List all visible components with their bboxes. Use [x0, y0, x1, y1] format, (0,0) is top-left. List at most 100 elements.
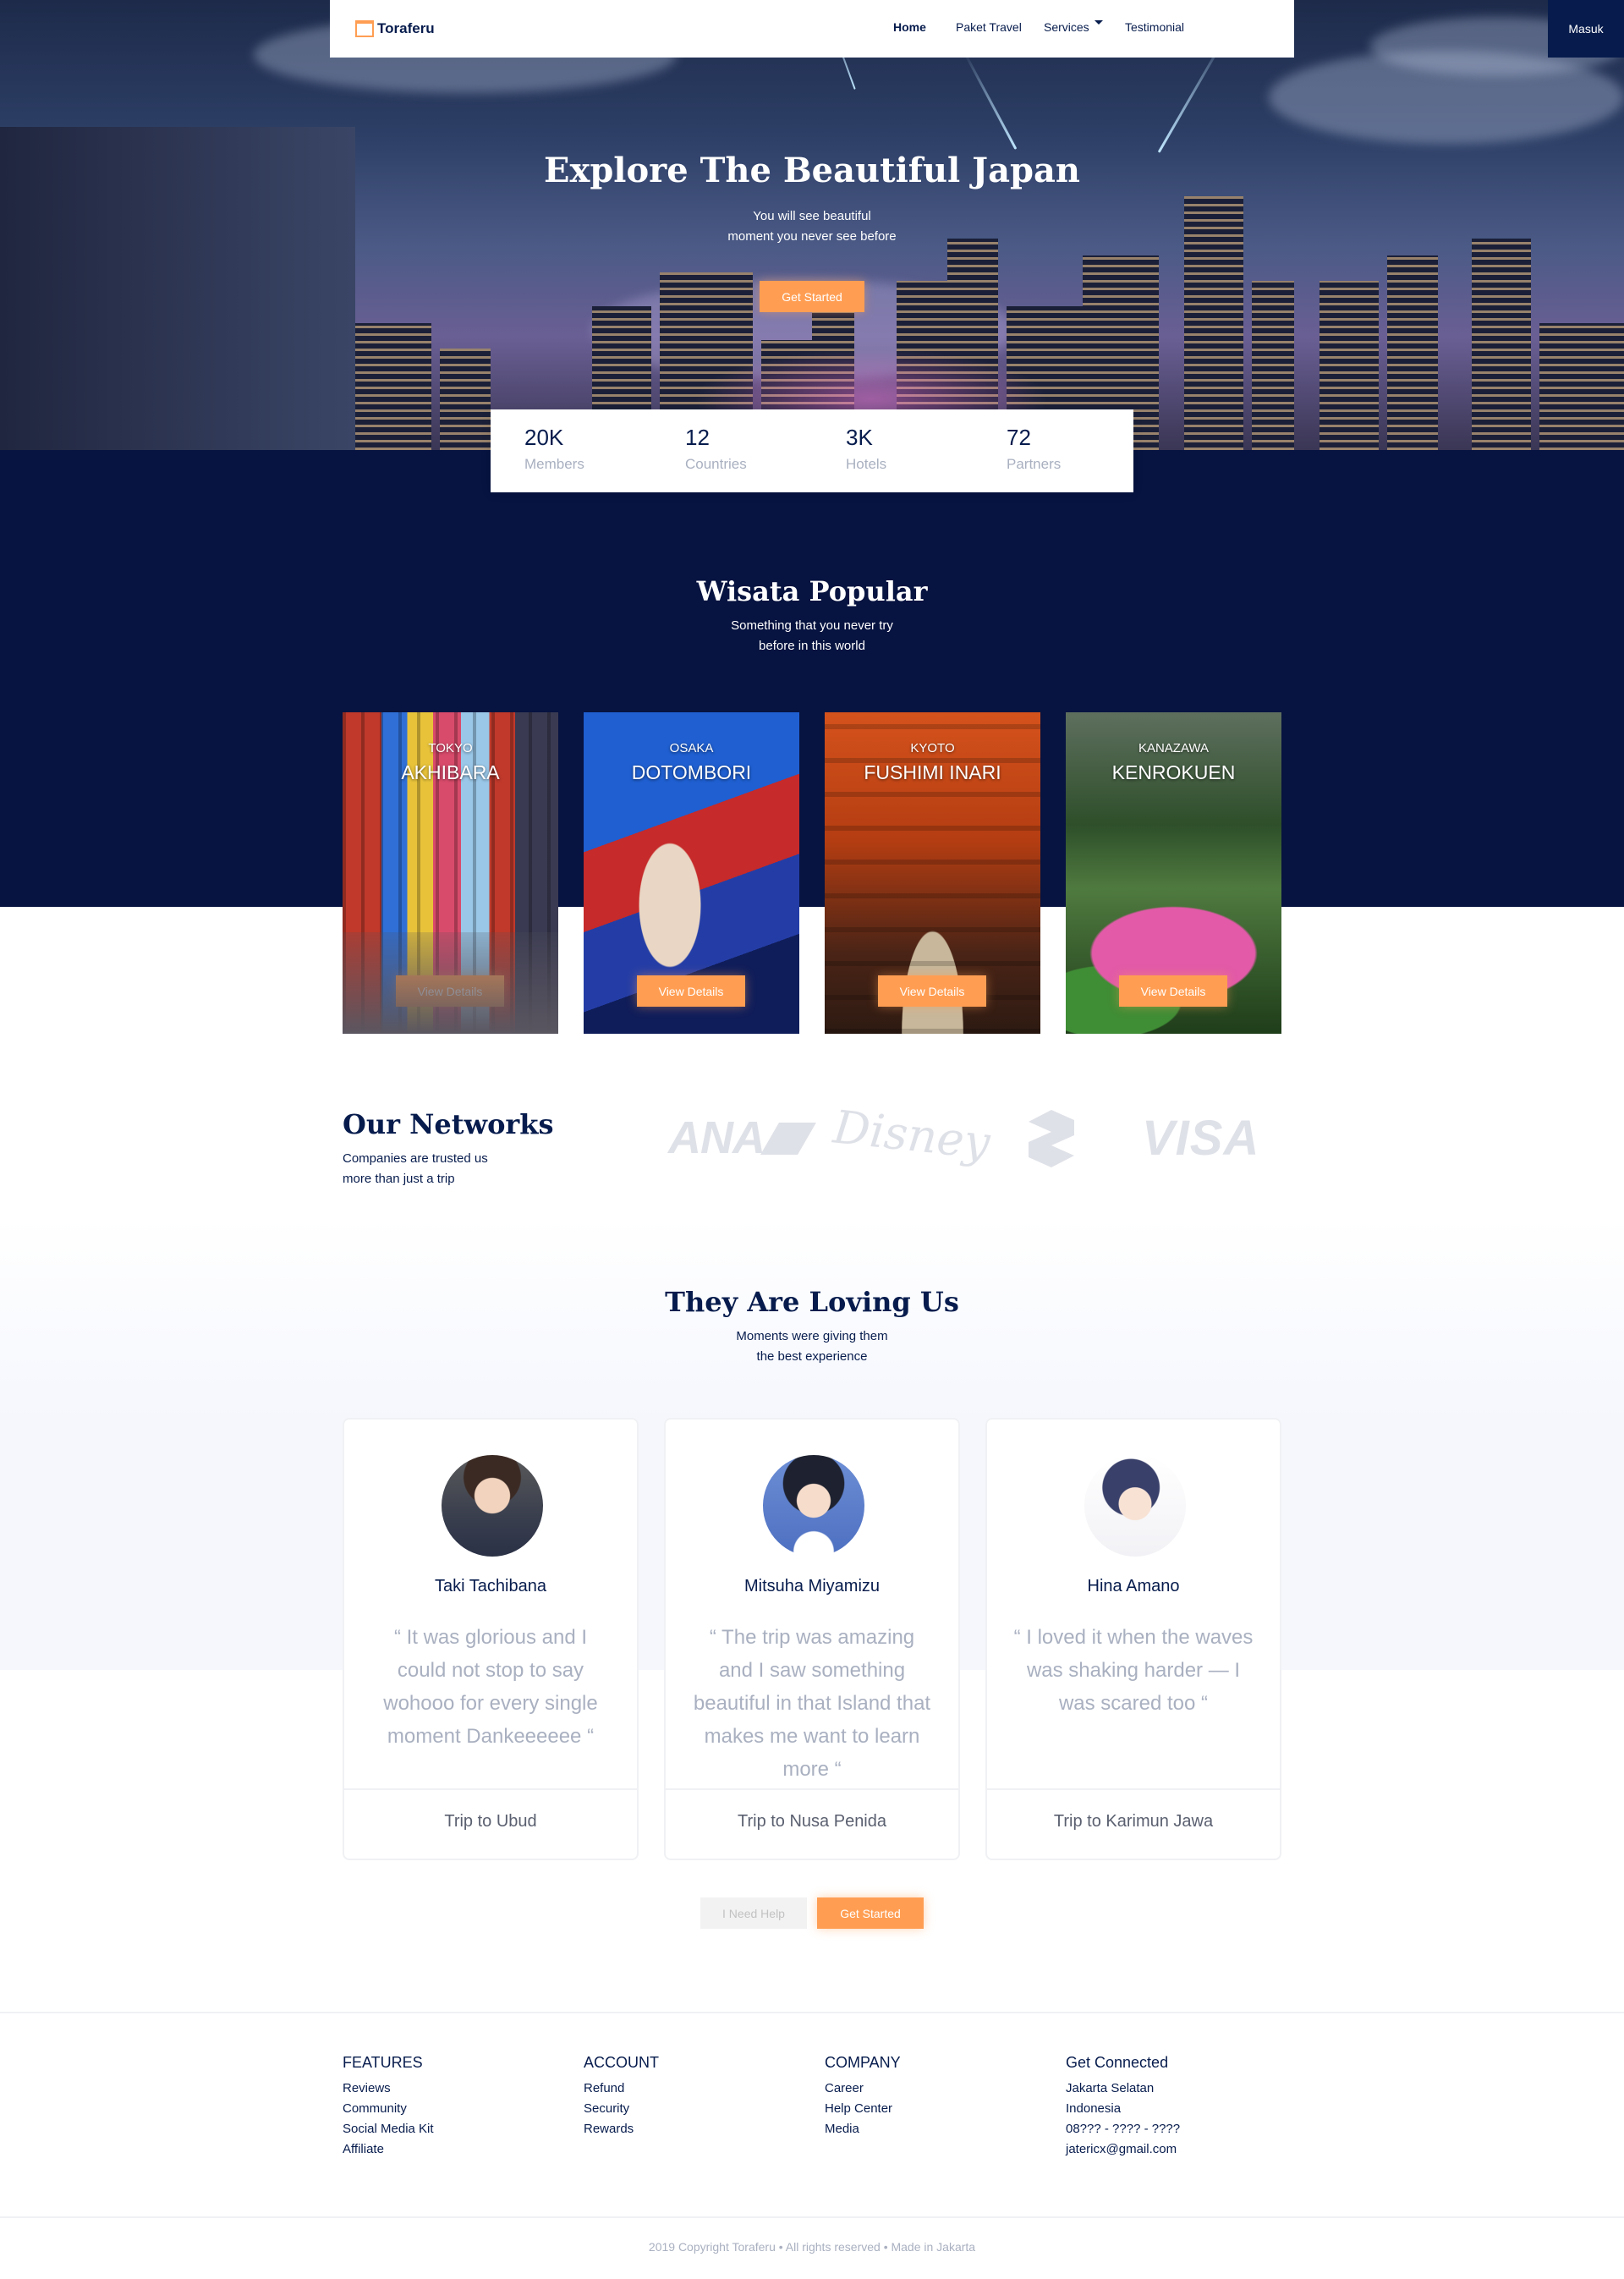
footer-link[interactable]: Reviews — [343, 2079, 434, 2099]
testimonial-subtitle-line: Moments were giving them — [736, 1329, 888, 1343]
brand-logo[interactable]: Toraferu — [355, 17, 435, 41]
card-city: OSAKA — [669, 741, 714, 755]
footer-divider — [0, 2216, 1624, 2218]
get-started-button[interactable]: Get Started — [817, 1897, 924, 1929]
ana-logo-text: ANA — [668, 1112, 765, 1163]
stat-hotels: 3K Hotels — [846, 425, 886, 473]
stat-label: Countries — [685, 456, 747, 472]
stats-bar: 20K Members 12 Countries 3K Hotels 72 Pa… — [491, 409, 1133, 492]
brand-icon — [355, 20, 374, 37]
stat-partners: 72 Partners — [1007, 425, 1061, 473]
popular-subtitle: Something that you never try before in t… — [0, 616, 1624, 656]
popular-title: Wisata Popular — [696, 575, 928, 607]
footer-heading: ACCOUNT — [584, 2054, 659, 2071]
networks-subtitle-line: more than just a trip — [343, 1172, 455, 1186]
footer-divider — [0, 2012, 1624, 2013]
footer-heading: Get Connected — [1066, 2054, 1169, 2071]
stat-label: Hotels — [846, 456, 887, 472]
brand-name: Toraferu — [377, 20, 435, 36]
footer-link[interactable]: Community — [343, 2099, 434, 2119]
nav-services[interactable]: Services — [1044, 20, 1103, 34]
footer-link[interactable]: Security — [584, 2099, 659, 2119]
testimonial-card: Taki Tachibana “ It was glorious and I c… — [343, 1418, 639, 1860]
footer-link[interactable]: Affiliate — [343, 2139, 434, 2160]
footer-heading: COMPANY — [825, 2054, 901, 2071]
view-details-button[interactable]: View Details — [1119, 975, 1227, 1007]
view-details-button[interactable]: View Details — [396, 975, 504, 1007]
footer-link[interactable]: Help Center — [825, 2099, 901, 2119]
card-city: KYOTO — [910, 741, 955, 755]
footer-contact-text: Jakarta Selatan — [1066, 2081, 1155, 2095]
popular-section — [0, 450, 1624, 907]
footer-heading: FEATURES — [343, 2054, 423, 2071]
stat-value: 20K — [524, 425, 564, 450]
nav-services-label: Services — [1044, 20, 1089, 34]
footer-contact-email[interactable]: jatericx@gmail.com — [1066, 2139, 1180, 2160]
nav-paket-travel[interactable]: Paket Travel — [956, 20, 1022, 34]
footer-link[interactable]: Career — [825, 2079, 901, 2099]
networks-subtitle-line: Companies are trusted us — [343, 1151, 488, 1166]
shield-logo — [1029, 1110, 1074, 1167]
stat-value: 12 — [685, 425, 710, 450]
networks-title: Our Networks — [343, 1108, 554, 1140]
testimonial-trip: Trip to Karimun Jawa — [1053, 1812, 1214, 1831]
hero-title: Explore The Beautiful Japan — [543, 151, 1080, 190]
networks-subtitle: Companies are trusted us more than just … — [343, 1149, 488, 1189]
disney-logo: Disney — [831, 1100, 993, 1170]
footer-column-company: COMPANY Career Help Center Media — [825, 2054, 901, 2139]
popular-subtitle-line: before in this world — [759, 639, 865, 653]
hero-subtitle-line: You will see beautiful — [753, 209, 871, 223]
travel-card-osaka[interactable]: OSAKA DOTOMBORI View Details — [584, 712, 799, 1034]
avatar — [1084, 1455, 1186, 1557]
hero-get-started-button[interactable]: Get Started — [760, 281, 864, 312]
stat-value: 3K — [846, 425, 873, 450]
testimonial-quote: “ I loved it when the waves was shaking … — [1013, 1626, 1254, 1715]
testimonial-name: Taki Tachibana — [435, 1577, 546, 1595]
travel-card-kanazawa[interactable]: KANAZAWA KENROKUEN View Details — [1066, 712, 1281, 1034]
card-city: KANAZAWA — [1138, 741, 1210, 755]
footer-link[interactable]: Refund — [584, 2079, 659, 2099]
stat-label: Partners — [1007, 456, 1062, 472]
testimonial-quote: “ It was glorious and I could not stop t… — [383, 1626, 598, 1748]
card-place: FUSHIMI INARI — [864, 761, 1001, 783]
footer-contact-text: 08??? - ???? - ???? — [1066, 2122, 1181, 2136]
footer-link[interactable]: Rewards — [584, 2119, 659, 2139]
testimonial-subtitle: Moments were giving them the best experi… — [0, 1326, 1624, 1367]
view-details-button[interactable]: View Details — [637, 975, 745, 1007]
avatar — [763, 1455, 864, 1557]
divider — [666, 1788, 958, 1790]
shield-logo-icon — [1029, 1110, 1074, 1167]
stat-members: 20K Members — [524, 425, 584, 473]
hero-subtitle: You will see beautiful moment you never … — [0, 206, 1624, 247]
chevron-down-icon — [1094, 20, 1103, 25]
nav-testimonial[interactable]: Testimonial — [1125, 20, 1184, 34]
footer-column-account: ACCOUNT Refund Security Rewards — [584, 2054, 659, 2139]
testimonial-trip: Trip to Nusa Penida — [737, 1812, 886, 1831]
navbar: Toraferu Home Paket Travel Services Test… — [330, 0, 1624, 58]
footer-column-contact: Get Connected Jakarta Selatan Indonesia … — [1066, 2054, 1180, 2160]
testimonial-quote: “ The trip was amazing and I saw somethi… — [693, 1626, 931, 1781]
testimonial-subtitle-line: the best experience — [756, 1349, 868, 1364]
copyright: 2019 Copyright Toraferu • All rights res… — [648, 2240, 976, 2254]
testimonial-card: Mitsuha Miyamizu “ The trip was amazing … — [664, 1418, 960, 1860]
ana-logo-mark — [760, 1123, 816, 1155]
footer-contact-text: Indonesia — [1066, 2101, 1122, 2116]
divider — [344, 1788, 637, 1790]
travel-card-kyoto[interactable]: KYOTO FUSHIMI INARI View Details — [825, 712, 1040, 1034]
login-button[interactable]: Masuk — [1548, 0, 1624, 58]
footer-link[interactable]: Media — [825, 2119, 901, 2139]
visa-logo: VISA — [1142, 1111, 1260, 1166]
view-details-button[interactable]: View Details — [878, 975, 986, 1007]
popular-subtitle-line: Something that you never try — [731, 618, 893, 633]
card-place: DOTOMBORI — [631, 761, 752, 783]
testimonial-trip: Trip to Ubud — [444, 1812, 537, 1831]
ana-logo: ANA — [668, 1112, 816, 1164]
avatar — [442, 1455, 543, 1557]
hero-subtitle-line: moment you never see before — [727, 229, 897, 244]
nav-home[interactable]: Home — [893, 20, 926, 34]
need-help-button[interactable]: I Need Help — [700, 1897, 807, 1929]
testimonial-name: Hina Amano — [1087, 1577, 1180, 1595]
footer-link[interactable]: Social Media Kit — [343, 2119, 434, 2139]
divider — [987, 1788, 1280, 1790]
travel-card-tokyo[interactable]: TOKYO AKHIBARA View Details — [343, 712, 558, 1034]
